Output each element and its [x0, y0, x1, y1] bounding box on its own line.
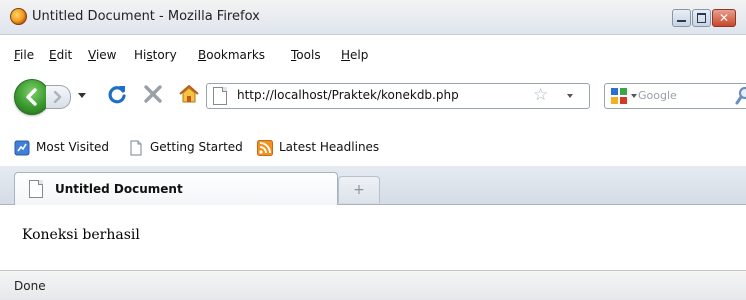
- search-engine-dropdown-icon[interactable]: [631, 94, 637, 98]
- menu-file-label: ile: [20, 48, 35, 62]
- window-title: Untitled Document - Mozilla Firefox: [32, 9, 260, 24]
- search-icon[interactable]: [735, 86, 746, 106]
- browser-window: Untitled Document - Mozilla Firefox ✕ Fi…: [0, 0, 746, 300]
- minimize-button[interactable]: [672, 9, 691, 27]
- bookmarks-toolbar: Most Visited Getting Started Latest Head…: [0, 137, 746, 159]
- title-bar: Untitled Document - Mozilla Firefox ✕: [0, 0, 746, 35]
- bookmark-star-icon[interactable]: ☆: [533, 86, 548, 104]
- bookmark-most-visited[interactable]: Most Visited: [14, 139, 124, 157]
- home-icon[interactable]: [178, 83, 200, 105]
- menu-view[interactable]: View: [88, 48, 116, 62]
- menu-bookmarks-label: ookmarks: [206, 48, 266, 62]
- menu-bar: File Edit View History Bookmarks Tools H…: [0, 45, 746, 67]
- back-arrow-icon: [26, 88, 37, 106]
- bookmark-label: Getting Started: [150, 140, 243, 154]
- menu-edit[interactable]: Edit: [49, 48, 72, 62]
- maximize-button[interactable]: [692, 9, 711, 27]
- rss-icon: [257, 140, 273, 156]
- menu-history-label: tory: [152, 48, 177, 62]
- menu-edit-accel: E: [49, 48, 57, 62]
- bookmark-label: Latest Headlines: [279, 140, 380, 154]
- close-icon: ✕: [719, 11, 730, 25]
- page-content: Koneksi berhasil: [0, 205, 746, 265]
- navigation-toolbar: http://localhost/Praktek/konekdb.php ☆: [0, 73, 746, 125]
- menu-tools[interactable]: Tools: [291, 48, 321, 62]
- menu-history-pre: Hi: [134, 48, 147, 62]
- menu-view-label: iew: [95, 48, 117, 62]
- status-text: Done: [14, 279, 46, 293]
- most-visited-icon: [14, 140, 30, 156]
- page-text: Koneksi berhasil: [22, 227, 140, 243]
- forward-button[interactable]: [46, 85, 71, 109]
- new-tab-button[interactable]: +: [338, 176, 380, 203]
- forward-arrow-icon: [53, 91, 62, 103]
- menu-tools-label: ools: [296, 48, 321, 62]
- firefox-logo-icon: [10, 8, 27, 25]
- tab-bar: Untitled Document +: [0, 166, 746, 205]
- bookmark-getting-started[interactable]: Getting Started: [128, 139, 258, 157]
- bookmark-latest-headlines[interactable]: Latest Headlines: [257, 139, 397, 157]
- maximize-icon: [697, 13, 706, 23]
- tab-untitled-document[interactable]: Untitled Document: [14, 172, 338, 205]
- menu-bookmarks-accel: B: [198, 48, 207, 62]
- search-input[interactable]: [638, 84, 708, 106]
- status-bar: Done: [0, 270, 746, 300]
- menu-help[interactable]: Help: [341, 48, 368, 62]
- site-page-icon: [213, 87, 227, 105]
- url-dropdown-icon[interactable]: [567, 94, 573, 98]
- bookmark-label: Most Visited: [36, 140, 110, 154]
- tab-label: Untitled Document: [55, 182, 183, 196]
- reload-icon[interactable]: [106, 83, 128, 105]
- search-bar[interactable]: [604, 83, 746, 109]
- back-button[interactable]: [14, 79, 50, 115]
- menu-help-label: elp: [350, 48, 369, 62]
- history-dropdown-icon[interactable]: [78, 93, 86, 98]
- minimize-icon: [677, 20, 686, 22]
- menu-edit-label: dit: [56, 48, 73, 62]
- menu-history[interactable]: History: [134, 48, 177, 62]
- google-engine-icon[interactable]: [610, 87, 628, 105]
- menu-view-accel: V: [88, 48, 96, 62]
- tab-page-icon: [29, 180, 43, 198]
- stop-icon[interactable]: [143, 84, 163, 104]
- close-button[interactable]: ✕: [712, 9, 736, 27]
- menu-bookmarks[interactable]: Bookmarks: [198, 48, 265, 62]
- menu-help-accel: H: [341, 48, 351, 62]
- menu-file[interactable]: File: [14, 48, 34, 62]
- address-bar[interactable]: http://localhost/Praktek/konekdb.php ☆: [206, 83, 590, 109]
- url-text[interactable]: http://localhost/Praktek/konekdb.php: [237, 88, 459, 102]
- page-icon: [130, 140, 142, 156]
